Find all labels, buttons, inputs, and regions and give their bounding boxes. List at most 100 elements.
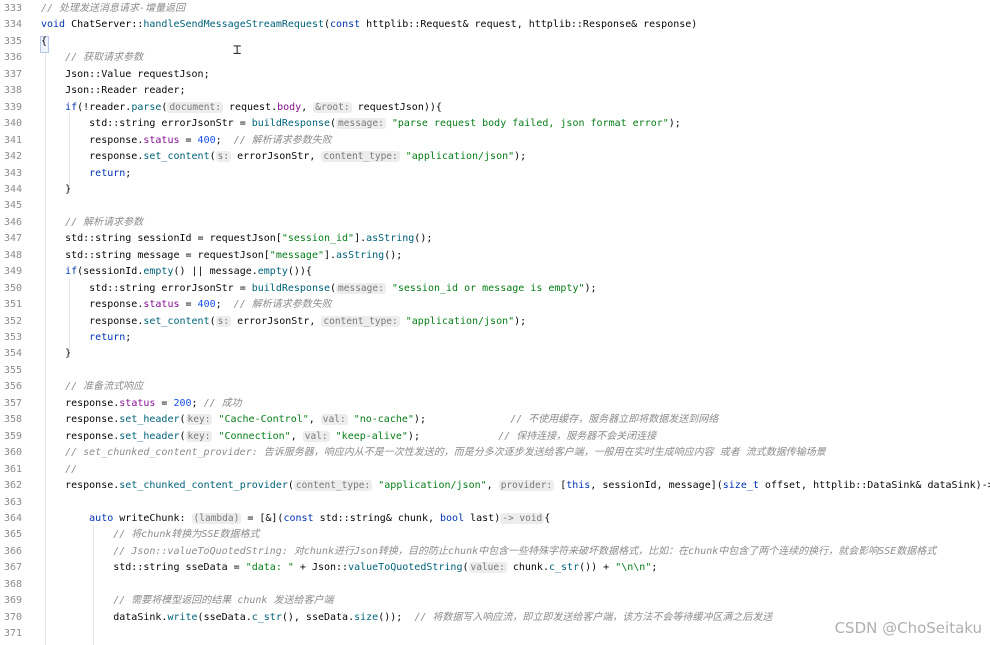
line-code: // Json::valueToQuotedString: 对chunk进行Js…	[41, 544, 936, 560]
code-token: =	[233, 118, 252, 130]
code-editor[interactable]: 333 // 处理发送消息请求-增量返回 334 void ChatServer::h…	[0, 0, 990, 645]
code-token: response.	[41, 315, 144, 327]
code-token: // 保持连接，服务器不会关闭连接	[498, 430, 657, 442]
code-token: // 解析请求参数失败	[233, 299, 332, 311]
line-code: dataSink.write(sseData.c_str(), sseData.…	[41, 610, 772, 626]
code-token: request.	[222, 101, 278, 113]
code-token: httplib::Response&	[528, 19, 644, 31]
line-code: if(sessionId.empty() || message.empty())…	[41, 264, 312, 280]
code-token: // 解析请求参数	[41, 216, 144, 228]
line-number: 345	[4, 200, 23, 212]
code-token: );	[514, 151, 527, 163]
line-code: // 准备流式响应	[41, 379, 143, 395]
code-token: body	[277, 101, 302, 113]
code-token: status	[143, 134, 180, 146]
code-token: =	[179, 299, 198, 311]
line-number: 367	[4, 562, 23, 574]
line-number: 363	[4, 496, 23, 508]
param-hint: value:	[468, 562, 507, 574]
code-token: status	[119, 397, 156, 409]
code-token: ();	[414, 233, 433, 245]
code-token: buildResponse	[251, 282, 331, 294]
code-token: parse	[131, 101, 162, 113]
code-token: Json::Reader	[41, 85, 144, 97]
line-code: std::string message = requestJson["messa…	[41, 248, 402, 264]
code-token: set_content	[143, 315, 210, 327]
line-code: std::string sessionId = requestJson["ses…	[41, 231, 432, 247]
code-token: requestJson	[351, 101, 424, 113]
line-code: // 处理发送消息请求-增量返回	[41, 1, 185, 17]
code-token: )	[691, 19, 698, 31]
code-token: = [&](	[241, 512, 284, 524]
code-token: write	[167, 611, 198, 623]
line-number: 358	[4, 414, 23, 426]
code-token: // 将chunk转换为SSE数据格式	[41, 529, 260, 541]
code-token: response.	[41, 480, 120, 492]
code-token: std::string& chunk,	[319, 512, 441, 524]
line-number: 344	[4, 183, 23, 195]
code-token: last)	[470, 512, 501, 524]
param-hint: content_type:	[293, 480, 373, 492]
code-token: this	[566, 480, 591, 492]
code-token: return	[41, 332, 126, 343]
code-token: 200	[173, 397, 192, 409]
code-token: if	[41, 101, 78, 113]
code-token: ()){	[287, 266, 312, 278]
line-number: 368	[4, 578, 23, 590]
line-number: 366	[4, 545, 23, 557]
param-hint: -> void	[500, 512, 545, 524]
code-token: "Connection"	[212, 430, 291, 442]
code-token: errorJsonStr,	[231, 151, 322, 163]
param-hint: content_type:	[321, 151, 400, 163]
line-code: // 解析请求参数	[41, 215, 143, 231]
line-number: 360	[4, 447, 23, 459]
code-token: ,	[290, 430, 303, 442]
code-token: buildResponse	[251, 118, 331, 130]
line-number: 341	[4, 134, 23, 146]
code-token: // 解析请求参数失败	[233, 134, 332, 146]
code-token: ());	[378, 611, 415, 623]
code-token: "no-cache"	[347, 414, 414, 426]
code-token: ].	[323, 249, 337, 261]
code-token: chunk.	[506, 562, 549, 574]
line-code: response.set_content(s: errorJsonStr, co…	[41, 149, 526, 165]
code-token: bool	[440, 512, 471, 524]
code-token: response.	[41, 414, 120, 426]
code-token: offset, httplib::DataSink& dataSink)->	[764, 480, 990, 492]
line-code: response.status = 200; // 成功	[41, 396, 242, 412]
code-token: :	[179, 512, 192, 524]
code-token: Json::Value	[41, 68, 138, 80]
code-token: requestJson	[137, 68, 204, 80]
code-token: std::string	[41, 562, 186, 574]
code-token: if	[41, 266, 78, 278]
code-token: handleSendMessageStreamRequest	[143, 19, 324, 31]
line-code: {	[41, 34, 47, 50]
text-cursor-icon: ⌶	[233, 42, 242, 58]
code-token: "session_id"	[281, 233, 355, 245]
code-token: "session_id or message is empty"	[385, 282, 585, 294]
code-token: valueToQuotedString	[348, 562, 463, 574]
line-code: void ChatServer::handleSendMessageStream…	[41, 17, 697, 33]
code-token: std::string	[41, 233, 138, 245]
line-number: 365	[4, 529, 23, 541]
code-token: reader	[143, 85, 180, 97]
line-code: // set_chunked_content_provider: 告诉服务器，响…	[41, 445, 826, 461]
code-token: asString	[336, 249, 385, 261]
code-token: (), sseData.	[281, 611, 355, 623]
param-hint: s:	[215, 315, 232, 327]
line-code: response.set_header(key: "Cache-Control"…	[41, 412, 718, 428]
code-token: errorJsonStr,	[231, 315, 322, 327]
line-code: // 需要将模型返回的结果 chunk 发送给客户端	[41, 593, 333, 609]
code-token: return	[41, 167, 126, 179]
line-code: response.set_chunked_content_provider(co…	[41, 478, 990, 494]
code-token: response.	[41, 397, 120, 409]
code-token: "Cache-Control"	[212, 414, 309, 426]
code-token: writeChunk	[119, 512, 180, 524]
code-token: // 获取请求参数	[41, 52, 144, 64]
code-token: [	[554, 480, 567, 492]
code-token: ].	[354, 233, 367, 245]
code-token: sseData	[185, 562, 228, 574]
code-token: );	[584, 282, 597, 294]
line-number: 334	[4, 19, 23, 31]
code-token: ;	[125, 332, 132, 343]
